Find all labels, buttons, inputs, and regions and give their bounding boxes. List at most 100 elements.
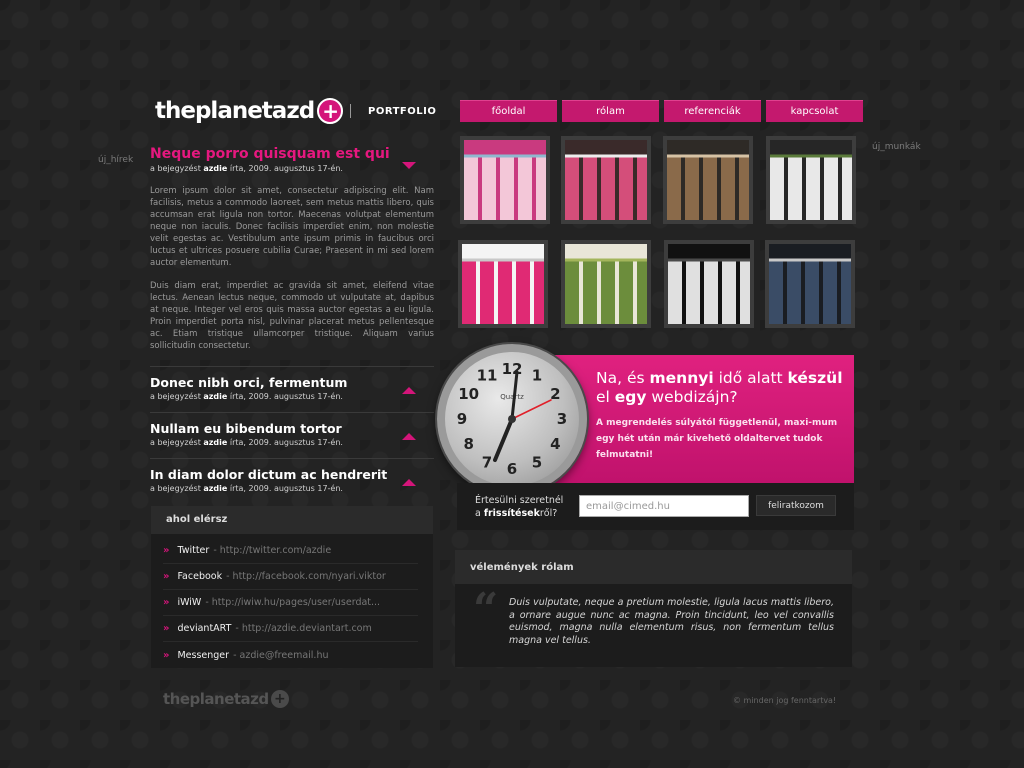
clock-numeral: 3	[557, 410, 567, 428]
clock-numeral: 11	[477, 367, 498, 385]
clock-numeral: 10	[458, 385, 479, 403]
contact-item-facebook[interactable]: » Facebook - http://facebook.com/nyari.vik…	[163, 564, 418, 590]
portfolio-thumb[interactable]	[458, 240, 548, 328]
thumbnail-image	[667, 140, 749, 220]
email-field[interactable]	[579, 495, 749, 517]
contact-name: deviantART	[177, 623, 232, 634]
chevron-right-icon: »	[163, 623, 170, 634]
promo-text: el	[596, 388, 615, 406]
footer-logo[interactable]: theplanetazd +	[163, 690, 289, 708]
expand-chevron-icon[interactable]	[402, 387, 416, 394]
nav-item-home[interactable]: főoldal	[460, 100, 557, 122]
meta-prefix: a bejegyzést	[150, 392, 201, 401]
news-author: azdie	[203, 392, 228, 401]
portfolio-thumb[interactable]	[561, 240, 651, 328]
clock-numeral: 4	[550, 435, 560, 453]
logo-text: theplanetazd	[155, 98, 315, 124]
subscribe-button[interactable]: feliratkozom	[756, 495, 836, 516]
subscribe-panel: Értesülni szeretnél a frissítésekről? fe…	[457, 483, 854, 530]
subscribe-text-bold: frissítések	[483, 508, 540, 519]
thumbnail-image	[565, 140, 647, 220]
subscribe-text: ről?	[539, 508, 558, 519]
contact-item-twitter[interactable]: » Twitter - http://twitter.com/azdie	[163, 538, 418, 564]
news-item-collapsed[interactable]: Nullam eu bibendum tortor a bejegyzést a…	[150, 412, 434, 458]
thumbnail-image	[462, 244, 544, 324]
chevron-right-icon: »	[163, 545, 170, 556]
portfolio-thumb[interactable]	[460, 136, 550, 224]
contact-item-deviantart[interactable]: » deviantART - http://azdie.deviantart.com	[163, 616, 418, 642]
portfolio-thumb[interactable]	[663, 136, 753, 224]
contact-name: Messenger	[177, 649, 230, 661]
news-title[interactable]: Neque porro quisquam est qui	[150, 146, 434, 162]
news-paragraph: Lorem ipsum dolor sit amet, consectetur …	[150, 186, 434, 268]
promo-subtitle: A megrendelés súlyától függetlenül, maxi…	[596, 418, 838, 460]
meta-prefix: a bejegyzést	[150, 484, 201, 493]
nav-item-contact[interactable]: kapcsolat	[766, 100, 863, 122]
site-logo[interactable]: theplanetazd +	[155, 98, 344, 124]
testimonial-text: Duis vulputate, neque a pretium molestie…	[509, 597, 834, 646]
section-title: PORTFOLIO	[368, 106, 437, 117]
news-item-collapsed[interactable]: Donec nibh orci, fermentum a bejegyzést …	[150, 366, 434, 412]
news-author: azdie	[203, 164, 228, 173]
contact-name: Facebook	[177, 571, 223, 582]
clock-numeral: 8	[463, 435, 473, 453]
news-meta: a bejegyzést azdie írta, 2009. augusztus…	[150, 164, 434, 173]
clock-illustration: 12 1 2 3 4 5 6 7 8 9 10 11 Quartz	[437, 344, 587, 494]
promo-text: idő alatt	[713, 369, 788, 387]
subscribe-text: Értesülni szeretnél	[475, 495, 564, 506]
nav-item-about[interactable]: rólam	[562, 100, 659, 122]
collapse-chevron-icon[interactable]	[402, 162, 416, 169]
promo-text-bold: egy	[614, 388, 647, 406]
contact-url: - azdie@freemail.hu	[233, 649, 329, 661]
news-meta: a bejegyzést azdie írta, 2009. augusztus…	[150, 392, 434, 401]
contact-panel: ahol elérsz » Twitter - http://twitter.com…	[151, 506, 433, 668]
contact-item-messenger[interactable]: » Messenger - azdie@freemail.hu	[163, 642, 418, 668]
contact-url: - http://twitter.com/azdie	[213, 545, 332, 556]
clock-center	[508, 415, 516, 423]
news-item-open: Neque porro quisquam est qui a bejegyzés…	[150, 146, 434, 352]
contact-url: - http://facebook.com/nyari.viktor	[226, 571, 386, 582]
portfolio-thumb[interactable]	[561, 136, 651, 224]
chevron-right-icon: »	[163, 649, 170, 661]
promo-title: Na, és mennyi idő alatt készül el egy we…	[596, 369, 843, 407]
contact-name: iWiW	[177, 597, 202, 608]
clock-numeral: 5	[532, 453, 542, 471]
portfolio-thumb[interactable]	[766, 136, 856, 224]
meta-date: írta, 2009. augusztus 17-én.	[229, 164, 343, 173]
expand-chevron-icon[interactable]	[402, 433, 416, 440]
news-author: azdie	[203, 484, 228, 493]
meta-date: írta, 2009. augusztus 17-én.	[229, 484, 343, 493]
meta-prefix: a bejegyzést	[150, 164, 201, 173]
news-item-collapsed[interactable]: In diam dolor dictum ac hendrerit a beje…	[150, 458, 434, 504]
chevron-right-icon: »	[163, 571, 170, 582]
news-meta: a bejegyzést azdie írta, 2009. augusztus…	[150, 484, 434, 493]
contact-title: ahol elérsz	[151, 506, 433, 534]
footer-logo-text: theplanetazd	[163, 690, 269, 708]
contact-list: » Twitter - http://twitter.com/azdie » Face…	[151, 534, 433, 668]
plus-icon: +	[270, 690, 289, 708]
clock-numeral: 6	[507, 460, 517, 478]
nav-item-references[interactable]: referenciák	[664, 100, 761, 122]
promo-text: webdizájn?	[646, 388, 738, 406]
promo-banner: Na, és mennyi idő alatt készül el egy we…	[548, 355, 854, 483]
testimonials-title: vélemények rólam	[455, 550, 852, 584]
clock-numeral: 9	[457, 410, 467, 428]
meta-date: írta, 2009. augusztus 17-én.	[229, 438, 343, 447]
contact-item-iwiw[interactable]: » iWiW - http://iwiw.hu/pages/user/userdat…	[163, 590, 418, 616]
news-meta: a bejegyzést azdie írta, 2009. augusztus…	[150, 438, 434, 447]
expand-chevron-icon[interactable]	[402, 479, 416, 486]
copyright-text: © minden jog fenntartva!	[733, 696, 837, 705]
thumbnail-image	[769, 244, 851, 324]
news-author: azdie	[203, 438, 228, 447]
plus-icon: +	[317, 98, 344, 124]
news-title: Donec nibh orci, fermentum	[150, 375, 348, 390]
clock-numeral: 12	[502, 360, 523, 378]
clock-brand: Quartz	[500, 393, 524, 401]
thumbnail-image	[668, 244, 750, 324]
promo-text: Na, és	[596, 369, 650, 387]
testimonials-panel: vélemények rólam “ Duis vulputate, neque…	[455, 550, 852, 667]
portfolio-thumb[interactable]	[664, 240, 754, 328]
portfolio-thumb[interactable]	[765, 240, 855, 328]
news-body: Lorem ipsum dolor sit amet, consectetur …	[150, 185, 434, 352]
header-divider	[350, 104, 351, 118]
